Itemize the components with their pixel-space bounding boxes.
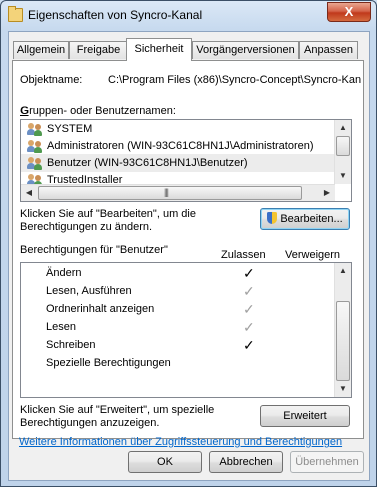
advanced-hint-line1: Klicken Sie auf "Erweitert", um speziell… <box>20 404 215 416</box>
scroll-right-icon[interactable]: ▶ <box>319 185 335 201</box>
close-button[interactable]: X <box>327 2 371 22</box>
scroll-down-icon[interactable]: ▼ <box>335 381 351 397</box>
allow-inherited-icon: ✓ <box>243 319 255 335</box>
list-item[interactable]: SYSTEM <box>21 120 335 138</box>
help-link[interactable]: Weitere Informationen über Zugriffssteue… <box>19 436 359 448</box>
allow-column-header: Zulassen <box>221 249 266 261</box>
tab-freigabe[interactable]: Freigabe <box>69 41 128 59</box>
uac-shield-icon <box>267 212 278 224</box>
apply-button[interactable]: Übernehmen <box>290 451 364 473</box>
groups-vertical-scrollbar[interactable]: ▲ ▼ <box>334 120 351 184</box>
user-group-icon <box>27 122 44 136</box>
scroll-thumb[interactable]: ||| <box>38 186 302 200</box>
permission-name: Lesen, Ausführen <box>46 285 132 297</box>
permission-name: Schreiben <box>46 339 96 351</box>
scroll-up-icon[interactable]: ▲ <box>335 120 351 136</box>
allow-checked-icon: ✓ <box>243 337 255 353</box>
allow-checked-icon: ✓ <box>243 265 255 281</box>
permission-name: Spezielle Berechtigungen <box>46 357 171 369</box>
user-group-icon <box>27 173 44 184</box>
permission-row: Ändern ✓ <box>21 264 335 282</box>
permission-row: Spezielle Berechtigungen <box>21 354 335 372</box>
permission-name: Lesen <box>46 321 76 333</box>
user-group-icon <box>27 156 44 170</box>
advanced-button[interactable]: Erweitert <box>260 405 350 427</box>
scroll-up-icon[interactable]: ▲ <box>335 263 351 279</box>
advanced-hint-line2: Berechtigungen anzuzeigen. <box>20 417 160 429</box>
permission-row: Schreiben ✓ <box>21 336 335 354</box>
list-item-selected[interactable]: Benutzer (WIN-93C61C8HN1J\Benutzer) <box>21 154 335 172</box>
security-tab-panel: Objektname: C:\Program Files (x86)\Syncr… <box>12 60 364 448</box>
groups-listbox[interactable]: SYSTEM Administratoren (WIN-93C61C8HN1J\… <box>20 119 352 202</box>
groups-label: GGruppen- oder Benutzernamen: <box>20 105 176 117</box>
group-name: SYSTEM <box>47 123 93 135</box>
window-title: Eigenschaften von Syncro-Kanal <box>28 8 203 22</box>
tab-sicherheit[interactable]: Sicherheit <box>126 38 192 61</box>
groups-horizontal-scrollbar[interactable]: ◀ ||| ▶ <box>21 184 335 201</box>
tab-vorgaengerversionen[interactable]: Vorgängerversionen <box>192 41 299 59</box>
cancel-button[interactable]: Abbrechen <box>209 451 283 473</box>
ok-button[interactable]: OK <box>128 451 202 473</box>
allow-inherited-icon: ✓ <box>243 283 255 299</box>
scroll-thumb[interactable] <box>336 136 350 156</box>
permission-row: Lesen ✓ <box>21 318 335 336</box>
group-name: Benutzer (WIN-93C61C8HN1J\Benutzer) <box>47 157 248 169</box>
tab-anpassen[interactable]: Anpassen <box>299 41 358 59</box>
scroll-thumb[interactable] <box>336 301 350 381</box>
folder-icon <box>8 6 23 22</box>
permission-row: Lesen, Ausführen ✓ <box>21 282 335 300</box>
title-bar[interactable]: Eigenschaften von Syncro-Kanal X <box>1 1 376 29</box>
permission-name: Ändern <box>46 267 82 279</box>
scroll-down-icon[interactable]: ▼ <box>335 168 351 184</box>
permission-row: Ordnerinhalt anzeigen ✓ <box>21 300 335 318</box>
scroll-left-icon[interactable]: ◀ <box>21 185 37 201</box>
tab-allgemein[interactable]: Allgemein <box>13 41 69 59</box>
tab-strip: Allgemein Freigabe Sicherheit Vorgängerv… <box>13 38 365 61</box>
allow-inherited-icon: ✓ <box>243 301 255 317</box>
permission-name: Ordnerinhalt anzeigen <box>46 303 155 315</box>
list-item[interactable]: Administratoren (WIN-93C61C8HN1J\Adminis… <box>21 137 335 155</box>
dialog-client: Allgemein Freigabe Sicherheit Vorgängerv… <box>8 31 370 481</box>
object-name-value: C:\Program Files (x86)\Syncro-Concept\Sy… <box>108 74 362 86</box>
permissions-list[interactable]: Ändern ✓ Lesen, Ausführen ✓ Ordnerinhalt… <box>20 262 352 398</box>
edit-hint-line2: Berechtigungen zu ändern. <box>20 221 153 233</box>
list-item[interactable]: TrustedInstaller <box>21 171 335 184</box>
group-name: TrustedInstaller <box>47 174 123 184</box>
group-name: Administratoren (WIN-93C61C8HN1J\Adminis… <box>47 140 314 152</box>
permissions-scrollbar[interactable]: ▲ ▼ <box>334 263 351 397</box>
edit-hint-line1: Klicken Sie auf "Bearbeiten", um die <box>20 208 196 220</box>
edit-button[interactable]: Bearbeiten... <box>260 208 350 230</box>
permissions-label: Berechtigungen für "Benutzer" <box>20 244 168 256</box>
deny-column-header: Verweigern <box>285 249 341 261</box>
properties-window: Eigenschaften von Syncro-Kanal X Allgeme… <box>0 0 377 487</box>
object-name-label: Objektname: <box>20 74 83 86</box>
user-group-icon <box>27 139 44 153</box>
